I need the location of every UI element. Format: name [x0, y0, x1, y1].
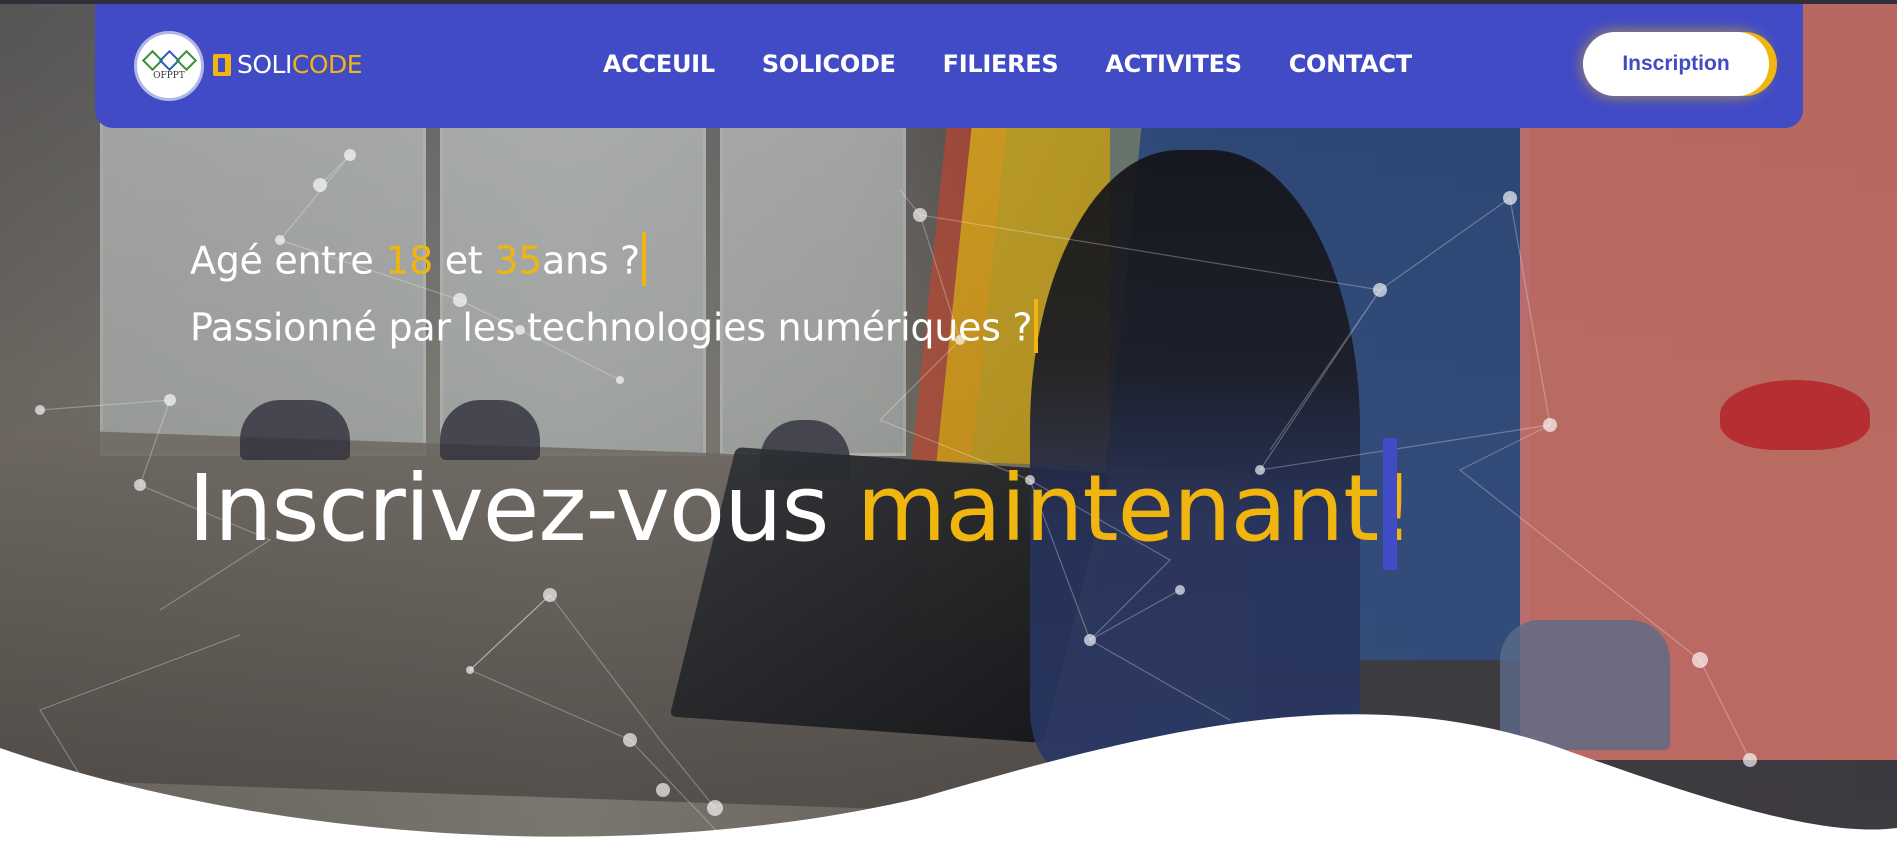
typing-cursor: [1034, 299, 1039, 353]
top-border: [0, 0, 1897, 4]
ofppt-mark-icon: [141, 49, 197, 72]
nav-link-activites[interactable]: ACTIVITES: [1105, 50, 1242, 78]
passion-text: Passionné par les technologies numérique…: [190, 305, 1033, 350]
signup-button[interactable]: Inscription: [1583, 32, 1769, 96]
background-chair: [240, 400, 350, 460]
nav-link-filieres[interactable]: FILIERES: [943, 50, 1059, 78]
brand-name-part1: SOLI: [237, 50, 292, 79]
main-navbar: OFPPT SOLICODE ACCEUIL SOLICODE FILIERES…: [95, 4, 1803, 128]
hero-wave-divider: [0, 714, 1897, 868]
headline-accent: maintenant!: [856, 455, 1415, 562]
background-chair: [440, 400, 540, 460]
age-min: 18: [385, 238, 433, 283]
nav-link-acceuil[interactable]: ACCEUIL: [603, 50, 715, 78]
hero-age-question: Agé entre 18 et 35ans ?: [190, 232, 646, 290]
hero-headline: Inscrivez-vous maintenant!: [188, 455, 1415, 562]
ofppt-logo-text: OFPPT: [153, 71, 185, 81]
ofppt-logo-icon[interactable]: OFPPT: [137, 34, 201, 98]
nav-link-contact[interactable]: CONTACT: [1289, 50, 1412, 78]
nav-menu: ACCEUIL SOLICODE FILIERES ACTIVITES CONT…: [603, 50, 1412, 78]
solicode-logo[interactable]: SOLICODE: [213, 50, 363, 79]
background-window: [720, 110, 906, 456]
brand-name-part2: CODE: [291, 50, 363, 79]
age-text-1: Agé entre: [190, 238, 386, 283]
headline-typing-cursor: [1383, 438, 1397, 570]
age-max: 35: [494, 238, 542, 283]
age-text-3: ans ?: [541, 238, 640, 283]
headline-part1: Inscrivez-vous: [188, 455, 857, 562]
solicode-logo-icon: [213, 53, 231, 76]
hero-section: [0, 0, 1897, 868]
mural-lips: [1720, 380, 1870, 450]
age-text-2: et: [432, 238, 495, 283]
hero-passion-question: Passionné par les technologies numérique…: [190, 299, 1039, 357]
nav-link-solicode[interactable]: SOLICODE: [762, 50, 896, 78]
brand-name: SOLICODE: [237, 50, 363, 79]
typing-cursor: [641, 232, 646, 286]
